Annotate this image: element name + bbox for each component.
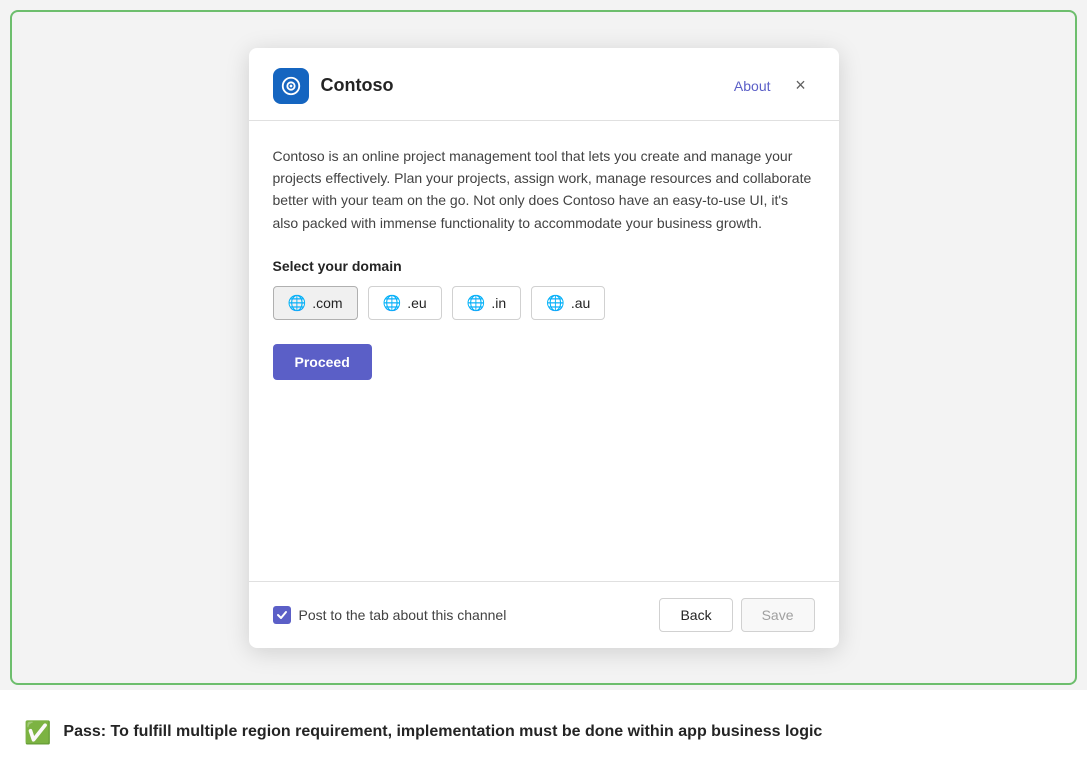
domain-options: 🌐 .com 🌐 .eu 🌐 .in 🌐 .au	[273, 286, 815, 320]
domain-section-label: Select your domain	[273, 258, 815, 274]
back-button[interactable]: Back	[659, 598, 732, 632]
post-to-channel-checkbox[interactable]	[273, 606, 291, 624]
domain-label-com: .com	[312, 295, 342, 311]
globe-icon-in: 🌐	[467, 294, 486, 312]
dialog-header: Contoso About ×	[249, 48, 839, 121]
about-link[interactable]: About	[734, 78, 771, 94]
dialog-footer: Post to the tab about this channel Back …	[249, 581, 839, 648]
app-description: Contoso is an online project management …	[273, 145, 815, 235]
close-button[interactable]: ×	[787, 72, 815, 100]
domain-btn-eu[interactable]: 🌐 .eu	[368, 286, 442, 320]
checkmark-icon	[276, 609, 288, 621]
checkbox-label: Post to the tab about this channel	[299, 607, 507, 623]
globe-icon-eu: 🌐	[383, 294, 402, 312]
domain-btn-au[interactable]: 🌐 .au	[531, 286, 605, 320]
dialog-body: Contoso is an online project management …	[249, 121, 839, 581]
globe-icon-com: 🌐	[288, 294, 307, 312]
domain-btn-com[interactable]: 🌐 .com	[273, 286, 358, 320]
globe-icon-au: 🌐	[546, 294, 565, 312]
pass-text: Pass: To fulfill multiple region require…	[63, 721, 822, 743]
domain-label-au: .au	[571, 295, 590, 311]
checkbox-area: Post to the tab about this channel	[273, 606, 660, 624]
close-icon: ×	[795, 75, 806, 96]
dialog-container: Contoso About × Contoso is an online pro…	[249, 48, 839, 648]
proceed-button[interactable]: Proceed	[273, 344, 372, 380]
app-title: Contoso	[321, 75, 734, 96]
pass-icon: ✅	[24, 720, 51, 746]
app-icon	[273, 68, 309, 104]
domain-label-in: .in	[491, 295, 506, 311]
footer-buttons: Back Save	[659, 598, 814, 632]
pass-bar: ✅ Pass: To fulfill multiple region requi…	[0, 690, 1087, 775]
save-button: Save	[741, 598, 815, 632]
domain-label-eu: .eu	[407, 295, 426, 311]
domain-btn-in[interactable]: 🌐 .in	[452, 286, 521, 320]
